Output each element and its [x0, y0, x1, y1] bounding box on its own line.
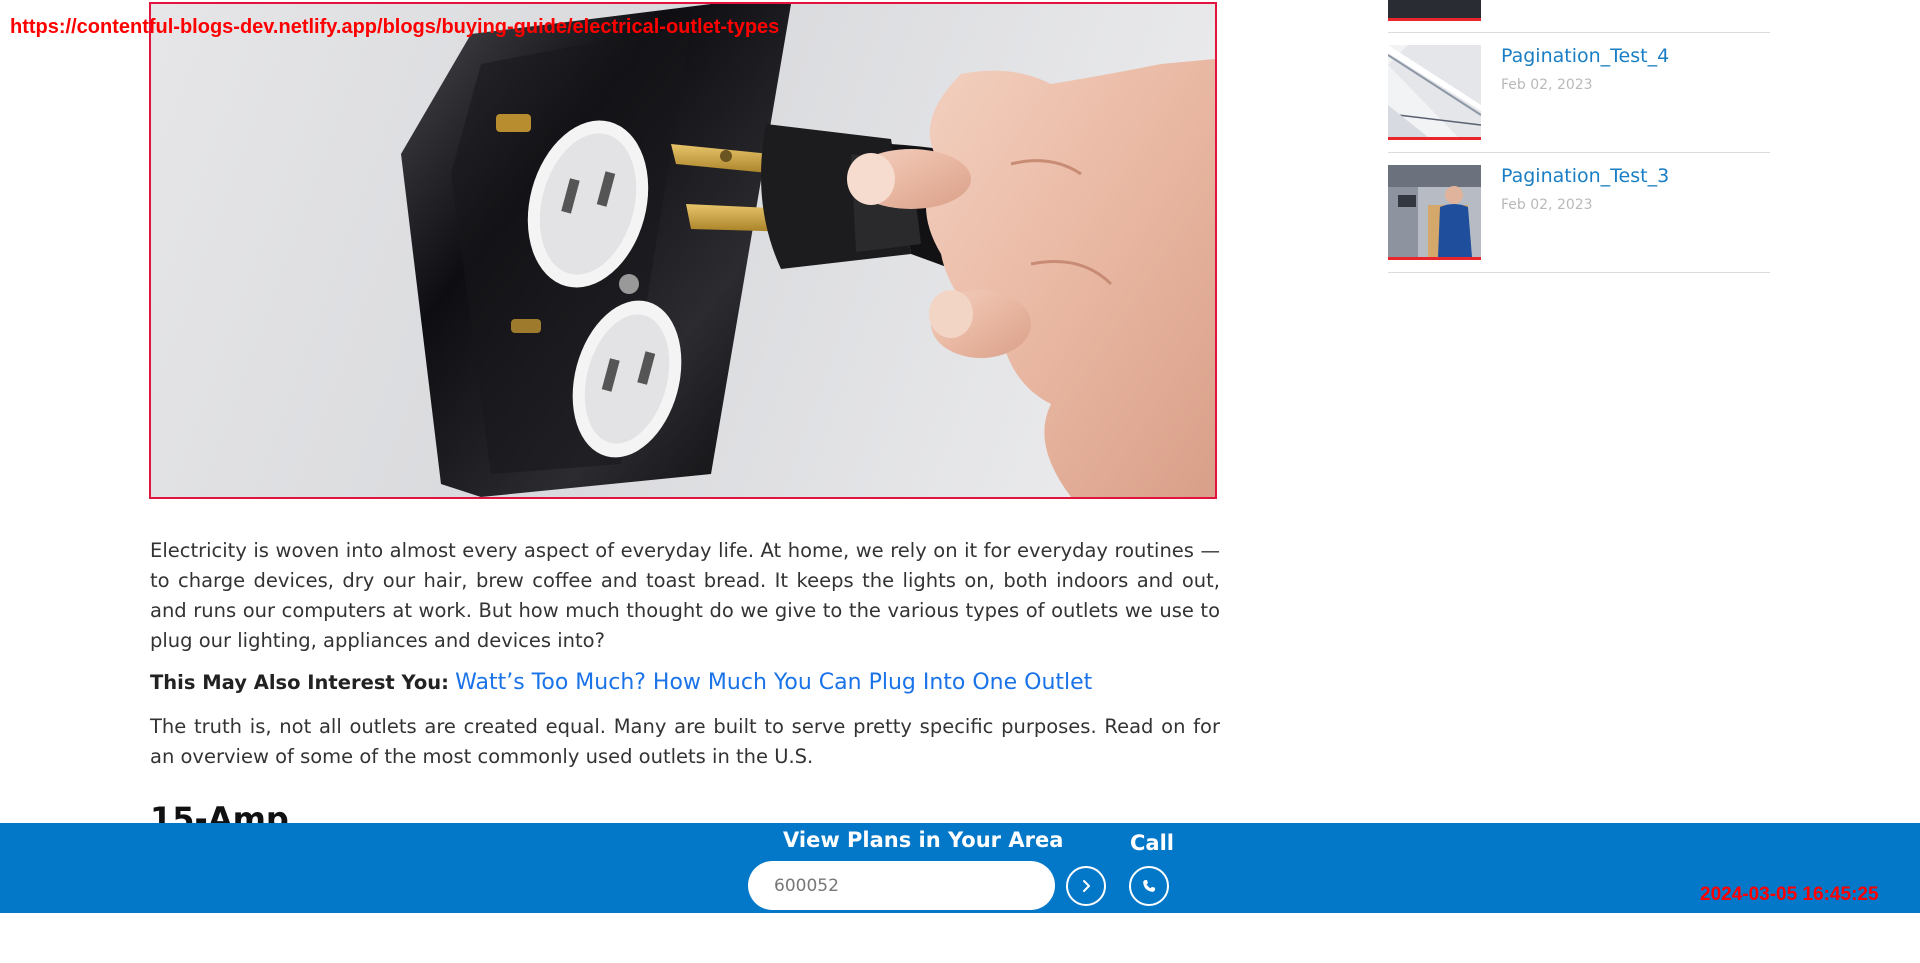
post-thumbnail[interactable]: [1388, 45, 1481, 140]
call-label: Call: [1130, 831, 1174, 855]
call-button[interactable]: [1129, 866, 1169, 906]
hero-image: [149, 2, 1217, 499]
submit-zip-button[interactable]: [1066, 866, 1106, 906]
chevron-right-icon: [1083, 880, 1090, 892]
url-overlay: https://contentful-blogs-dev.netlify.app…: [10, 16, 780, 38]
gutter-roof-image: [1388, 45, 1481, 137]
post-date: Feb 02, 2023: [1501, 77, 1593, 93]
post-title-link[interactable]: Pagination_Test_3: [1501, 165, 1669, 187]
intro-paragraph: Electricity is woven into almost every a…: [150, 539, 1220, 652]
page: https://contentful-blogs-dev.netlify.app…: [0, 0, 1920, 963]
list-item[interactable]: [1388, 0, 1770, 33]
post-title-link[interactable]: Pagination_Test_4: [1501, 45, 1669, 67]
timestamp-overlay: 2024-03-05 16:45:25: [1700, 884, 1879, 905]
view-plans-bar: View Plans in Your Area Call: [0, 823, 1920, 913]
post-thumbnail[interactable]: [1388, 165, 1481, 260]
related-article-link[interactable]: Watt’s Too Much? How Much You Can Plug I…: [455, 670, 1092, 695]
zip-code-input[interactable]: [748, 861, 1055, 910]
related-article: This May Also Interest You: Watt’s Too M…: [150, 668, 1220, 698]
list-item[interactable]: Pagination_Test_3 Feb 02, 2023: [1388, 153, 1770, 273]
outlet-plug-illustration: [401, 4, 1215, 497]
overview-paragraph: The truth is, not all outlets are create…: [150, 715, 1220, 768]
article-body: Electricity is woven into almost every a…: [150, 536, 1220, 784]
view-plans-label: View Plans in Your Area: [783, 828, 1064, 852]
related-label: This May Also Interest You:: [150, 671, 449, 694]
recent-posts-sidebar: Pagination_Test_4 Feb 02, 2023 Paginatio…: [1388, 0, 1770, 273]
post-thumbnail[interactable]: [1388, 0, 1481, 21]
technician-garage-image: [1388, 165, 1481, 257]
post-date: Feb 02, 2023: [1501, 197, 1593, 213]
phone-icon: [1143, 880, 1155, 892]
list-item[interactable]: Pagination_Test_4 Feb 02, 2023: [1388, 33, 1770, 153]
